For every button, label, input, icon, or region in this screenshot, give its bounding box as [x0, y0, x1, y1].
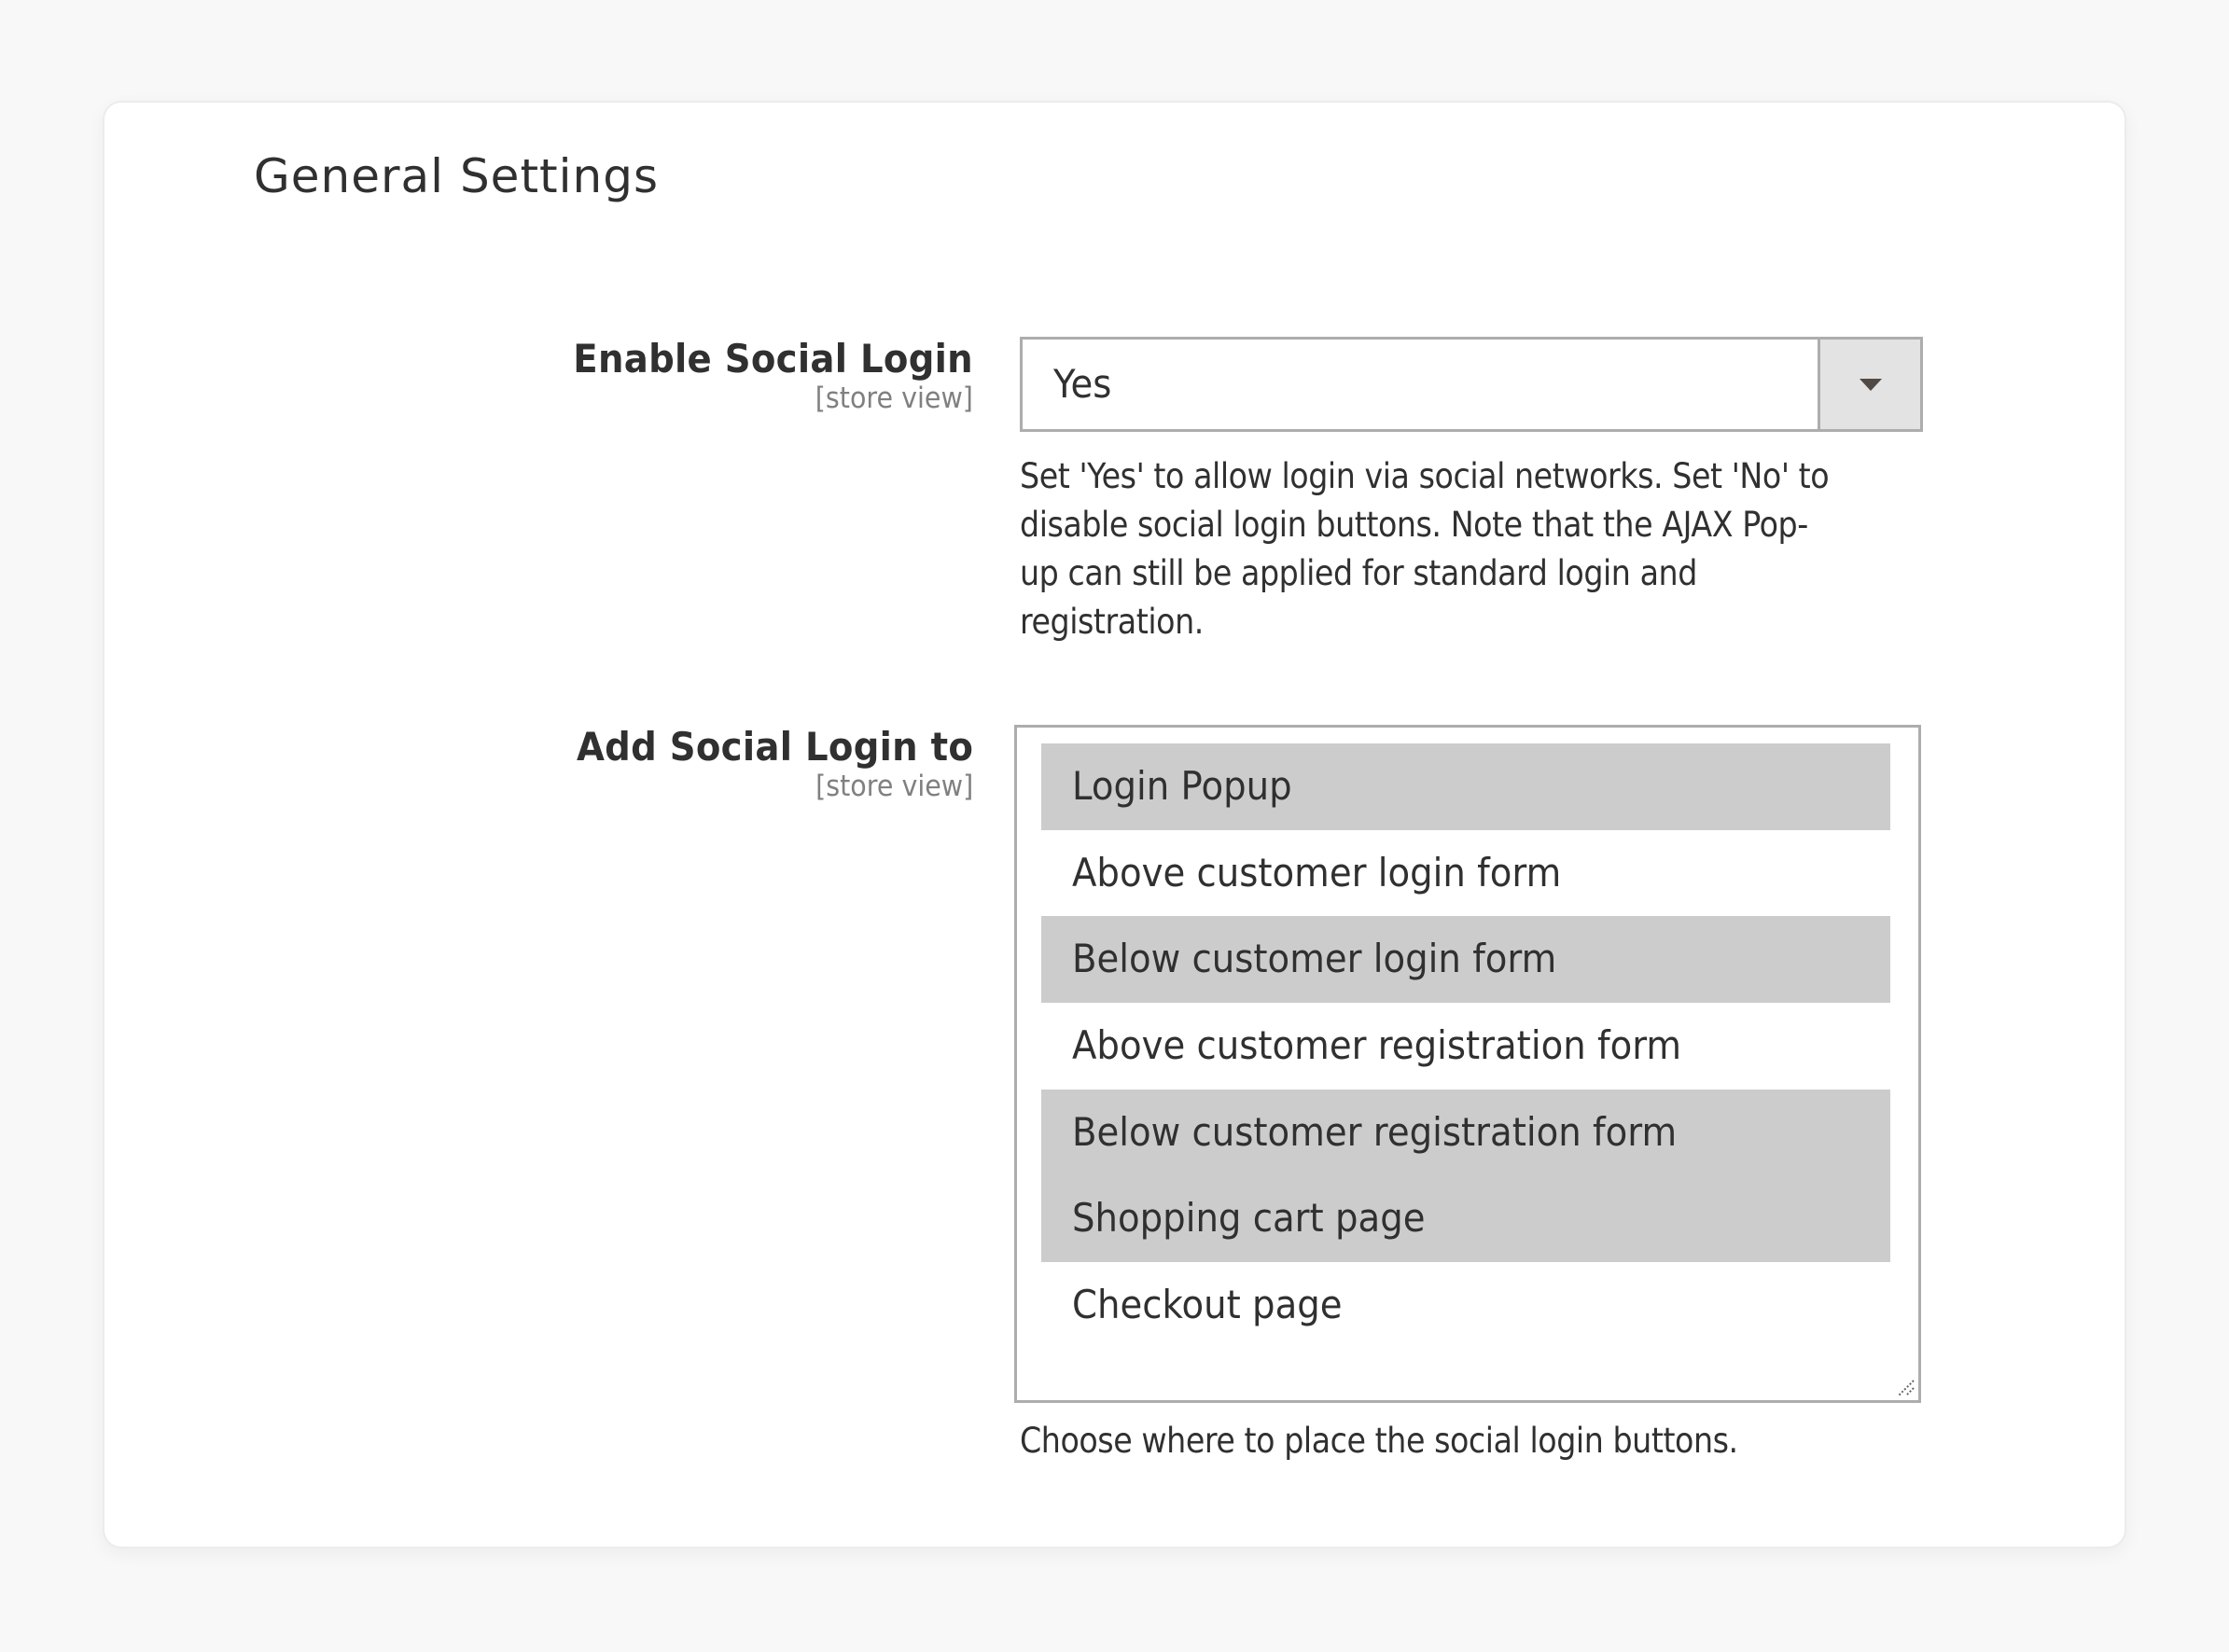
- option-above-customer-registration-form[interactable]: Above customer registration form: [1041, 1003, 1890, 1090]
- select-toggle-button[interactable]: [1818, 340, 1920, 429]
- enable-social-login-select[interactable]: Yes: [1020, 337, 1923, 432]
- general-settings-panel: General Settings Enable Social Login [st…: [104, 103, 2125, 1547]
- option-checkout-page[interactable]: Checkout page: [1041, 1262, 1890, 1349]
- field-label: Enable Social Login: [573, 336, 973, 382]
- field-label: Add Social Login to: [576, 724, 973, 770]
- resize-grip-icon[interactable]: [1893, 1375, 1916, 1397]
- chevron-down-icon: [1859, 378, 1882, 391]
- enable-social-login-note: Set 'Yes' to allow login via social netw…: [1020, 456, 1830, 642]
- option-login-popup[interactable]: Login Popup: [1041, 743, 1890, 830]
- add-social-login-to-note: Choose where to place the social login b…: [1020, 1421, 1738, 1461]
- option-shopping-cart-page[interactable]: Shopping cart page: [1041, 1175, 1890, 1263]
- option-label: Login Popup: [1072, 763, 1292, 809]
- option-label: Below customer registration form: [1072, 1108, 1678, 1155]
- enable-social-login-label: Enable Social Login [store view]: [538, 336, 973, 415]
- option-below-customer-registration-form[interactable]: Below customer registration form: [1041, 1089, 1890, 1176]
- option-label: Shopping cart page: [1072, 1195, 1426, 1242]
- add-social-login-to-label: Add Social Login to [store view]: [542, 724, 973, 803]
- option-label: Above customer login form: [1072, 849, 1562, 895]
- add-social-login-to-multiselect[interactable]: Login Popup Above customer login form Be…: [1014, 725, 1921, 1403]
- scope-label: [store view]: [815, 382, 973, 415]
- option-label: Above customer registration form: [1072, 1022, 1682, 1069]
- option-below-customer-login-form[interactable]: Below customer login form: [1041, 916, 1890, 1004]
- scope-label: [store view]: [815, 770, 973, 803]
- option-label: Below customer login form: [1072, 936, 1557, 982]
- option-above-customer-login-form[interactable]: Above customer login form: [1041, 830, 1890, 917]
- option-label: Checkout page: [1072, 1282, 1343, 1328]
- section-title: General Settings: [254, 149, 660, 203]
- select-value: Yes: [1053, 361, 1112, 407]
